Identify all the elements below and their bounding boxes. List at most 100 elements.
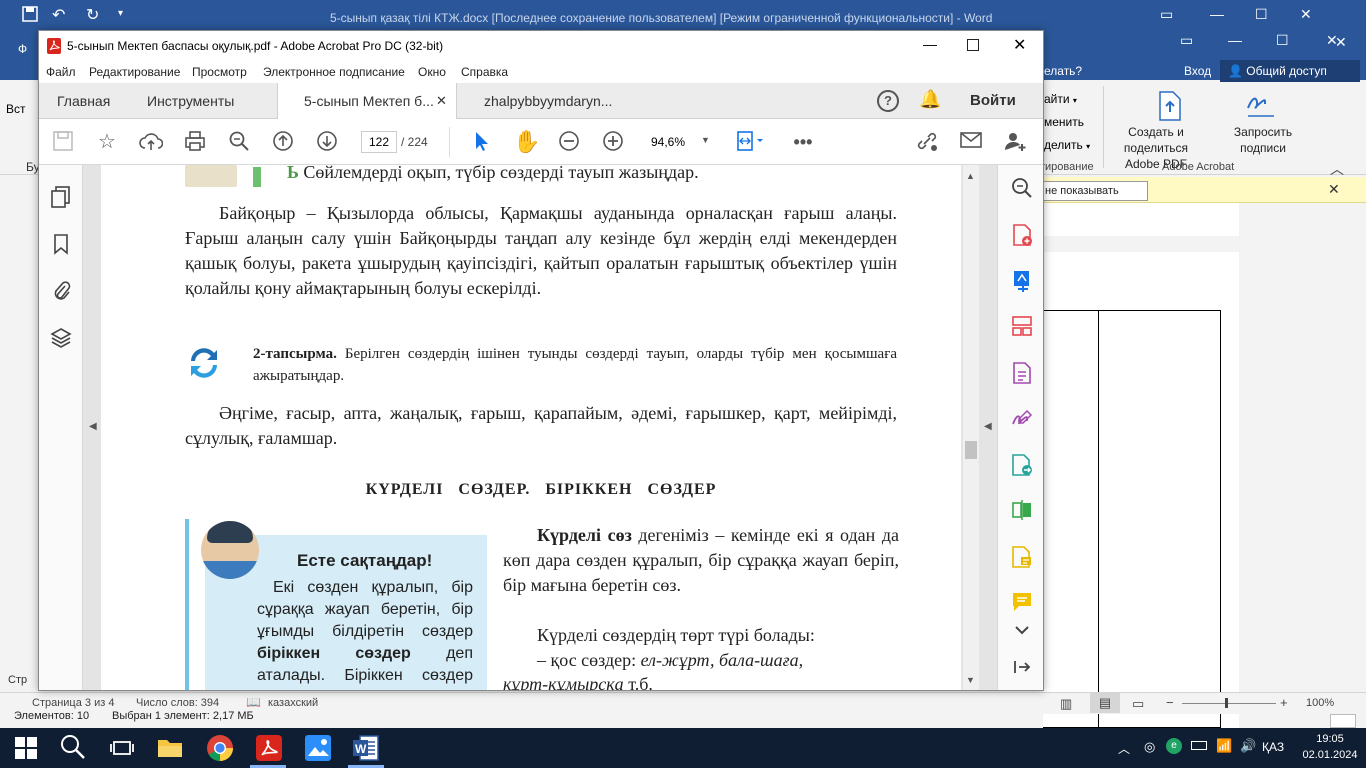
bell-icon[interactable]: 🔔 [919,89,941,110]
undo-icon[interactable]: ↶ [52,5,65,27]
scroll-thumb[interactable] [965,441,977,459]
tray-camera-icon[interactable]: ◎ [1144,739,1155,755]
compare-tool-icon[interactable] [1010,499,1034,523]
proofing-icon[interactable]: 📖 [246,695,261,709]
word-max-icon[interactable]: ☐ [1276,32,1289,49]
collapse-ribbon-icon[interactable]: ︿ [1330,159,1344,179]
menu-help[interactable]: Справка [461,65,508,79]
input-language[interactable]: ҚАЗ [1262,740,1284,754]
zoom-select[interactable]: 94,6% ▼ [645,132,711,154]
create-pdf-tool-icon[interactable] [1010,223,1034,247]
more-tools-chevron-icon[interactable] [1010,623,1034,647]
customize-qat-icon[interactable]: ▾ [118,8,123,30]
send-for-sign-tool-icon[interactable] [1010,453,1034,477]
comment-tool-icon[interactable] [1010,591,1034,615]
save-disk-icon[interactable] [51,130,75,154]
page-down-icon[interactable] [315,130,339,154]
bookmark-icon[interactable] [49,233,73,257]
close-icon[interactable]: ✕ [1300,6,1312,23]
acrobat-taskbar-icon[interactable] [255,734,283,762]
ribbon-replace[interactable]: менить [1044,115,1084,129]
edit-pdf-tool-icon[interactable] [1010,361,1034,385]
help-icon[interactable]: ? [877,90,899,112]
dont-show-button[interactable]: не показывать [1040,181,1148,201]
file-tab[interactable]: Ф [18,42,27,56]
tab-home[interactable]: Главная [57,83,110,119]
wifi-icon[interactable]: 📶 [1216,738,1232,754]
photos-icon[interactable] [304,734,332,762]
tell-me-box[interactable]: елать? [1044,64,1082,78]
zoom-out-icon[interactable]: − [1166,695,1174,710]
start-windows-icon[interactable] [12,734,40,762]
menu-esign[interactable]: Электронное подписание [263,65,405,79]
menu-view[interactable]: Просмотр [192,65,247,79]
status-page[interactable]: Страница 3 из 4 [32,697,114,709]
word-min-icon[interactable]: — [1228,32,1242,48]
page-number-input[interactable]: 122 [361,131,397,153]
expand-left-panel-icon[interactable]: ◀ [89,421,97,432]
word-close2-icon[interactable]: ✕ [1326,32,1338,49]
share-link-icon[interactable] [915,130,939,154]
request-sign-button[interactable]: Запросить подписи [1230,124,1296,156]
tray-chevron-icon[interactable]: ︿ [1118,740,1130,757]
hand-icon[interactable]: ✋ [513,130,540,154]
zoom-in-icon[interactable]: + [1280,695,1288,710]
fill-sign-tool-icon[interactable] [1010,407,1034,431]
vertical-scrollbar[interactable]: ▲ ▼ [963,165,979,690]
minimize-icon[interactable]: — [1210,6,1224,22]
scan-ocr-tool-icon[interactable] [1010,545,1034,569]
status-lang[interactable]: казахский [268,697,318,709]
add-user-icon[interactable] [1003,130,1027,154]
attachment-icon[interactable] [49,279,73,303]
ribbon-find[interactable]: айти ▾ [1044,92,1077,106]
page-up-icon[interactable] [271,130,295,154]
zoom-tool-icon[interactable] [1010,177,1034,201]
ribbon-display-icon[interactable]: ▭ [1160,6,1173,23]
ribbon-select[interactable]: делить ▾ [1044,138,1090,152]
tab-doc-2[interactable]: zhalpybbyymdaryn... [484,83,612,119]
collapse-panel-icon[interactable] [1010,659,1034,683]
menu-file[interactable]: Файл [46,65,76,79]
zoom-in-circle-icon[interactable] [601,130,625,154]
tray-app-icon[interactable]: e [1166,738,1182,754]
menu-edit[interactable]: Редактирование [89,65,180,79]
maximize-icon[interactable]: ☐ [1255,6,1268,23]
email-icon[interactable] [959,130,983,154]
page-fit-icon[interactable] [735,130,763,154]
zoom-out-circle-icon[interactable] [557,130,581,154]
zoom-slider[interactable] [1182,703,1276,704]
menu-window[interactable]: Окно [418,65,446,79]
select-arrow-icon[interactable] [469,130,493,154]
print-icon[interactable] [183,130,207,154]
search-taskbar-icon[interactable] [60,734,88,762]
insert-tab-partial[interactable]: Вст [6,102,26,116]
export-pdf-tool-icon[interactable] [1010,269,1034,293]
file-explorer-icon[interactable] [156,734,184,762]
status-zoom[interactable]: 100% [1306,697,1334,709]
task-view-icon[interactable] [108,734,136,762]
chrome-icon[interactable] [206,734,234,762]
organize-pages-tool-icon[interactable] [1010,315,1034,339]
word-taskbar-icon[interactable]: W [352,734,380,762]
star-icon[interactable]: ☆ [95,130,119,154]
tab-doc-active[interactable]: 5-сынып Мектеп б... ✕ [277,83,457,120]
upload-cloud-icon[interactable] [139,130,164,154]
volume-icon[interactable]: 🔊 [1240,738,1256,754]
close-msg-icon[interactable]: ✕ [1328,181,1340,198]
taskbar-clock[interactable]: 19:05 02.01.2024 [1300,731,1360,763]
word-signin-link[interactable]: Вход [1184,64,1211,78]
acro-close-icon[interactable]: ✕ [1013,35,1026,55]
tab-tools[interactable]: Инструменты [147,83,234,119]
layers-icon[interactable] [49,327,73,351]
search-icon[interactable] [227,130,251,154]
battery-icon[interactable] [1191,741,1207,750]
tab-close-icon[interactable]: ✕ [436,93,447,109]
collapse-right-panel-icon[interactable]: ◀ [984,421,992,432]
share-button[interactable]: 👤 Общий доступ [1220,60,1360,82]
pages-thumbnail-icon[interactable] [49,185,73,209]
save-icon[interactable] [22,6,38,28]
print-layout-icon[interactable]: ▤ [1090,693,1120,713]
scroll-up-icon[interactable]: ▲ [966,171,975,181]
word-ribbon-opt-icon[interactable]: ▭ [1180,32,1193,49]
more-tools-icon[interactable]: ••• [791,130,815,154]
